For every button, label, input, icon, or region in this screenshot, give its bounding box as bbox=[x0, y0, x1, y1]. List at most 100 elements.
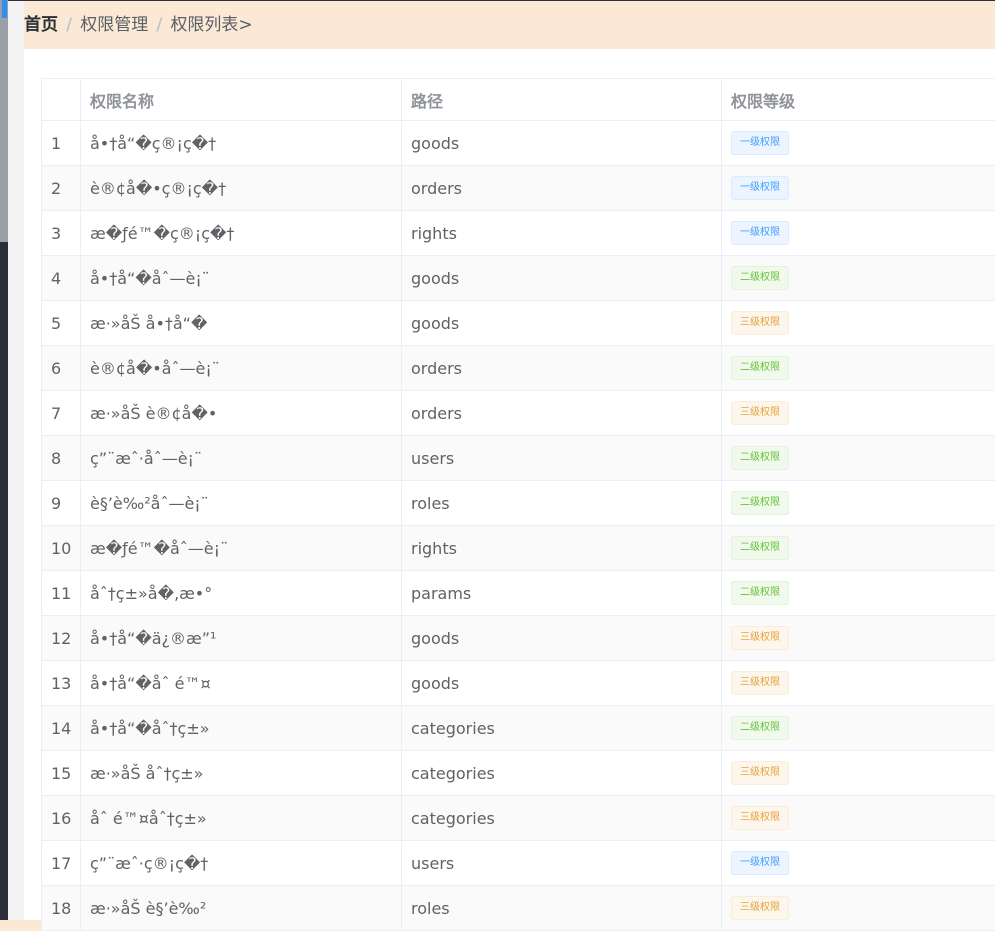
row-index: 14 bbox=[42, 706, 81, 750]
row-path: orders bbox=[402, 346, 722, 390]
level-tag: 二级权限 bbox=[731, 581, 789, 605]
row-level: 一级权限 bbox=[722, 166, 995, 210]
table-row[interactable]: 1 å•†å“�ç®¡ç�† goods 一级权限 bbox=[42, 121, 995, 166]
level-tag: 三级权限 bbox=[731, 311, 789, 335]
row-level: 二级权限 bbox=[722, 436, 995, 480]
breadcrumb-separator: / bbox=[156, 15, 163, 35]
table-row[interactable]: 16 åˆ é™¤åˆ†ç±» categories 三级权限 bbox=[42, 796, 995, 841]
table-row[interactable]: 18 æ·»åŠ è§’è‰² roles 三级权限 bbox=[42, 886, 995, 931]
row-permission-name: ç”¨æˆ·åˆ—è¡¨ bbox=[81, 436, 402, 480]
row-permission-name: å•†å“�åˆ†ç±» bbox=[81, 706, 402, 750]
row-permission-name: å•†å“�ç®¡ç�† bbox=[81, 121, 402, 165]
table-row[interactable]: 11 åˆ†ç±»å�‚æ•° params 二级权限 bbox=[42, 571, 995, 616]
row-index: 4 bbox=[42, 256, 81, 300]
level-tag: 二级权限 bbox=[731, 266, 789, 290]
row-level: 三级权限 bbox=[722, 796, 995, 840]
row-permission-name: è®¢å�•åˆ—è¡¨ bbox=[81, 346, 402, 390]
row-permission-name: å•†å“�ä¿®æ”¹ bbox=[81, 616, 402, 660]
sidebar-edge-light bbox=[0, 0, 8, 242]
row-path: goods bbox=[402, 121, 722, 165]
row-level: 一级权限 bbox=[722, 841, 995, 885]
row-path: rights bbox=[402, 526, 722, 570]
row-index: 16 bbox=[42, 796, 81, 840]
row-index: 3 bbox=[42, 211, 81, 255]
row-path: goods bbox=[402, 616, 722, 660]
row-permission-name: åˆ é™¤åˆ†ç±» bbox=[81, 796, 402, 840]
permission-table: 权限名称 路径 权限等级 1 å•†å“�ç®¡ç�† goods 一级权限 2 è®¢å… bbox=[41, 78, 995, 931]
row-path: categories bbox=[402, 706, 722, 750]
table-row[interactable]: 15 æ·»åŠ åˆ†ç±» categories 三级权限 bbox=[42, 751, 995, 796]
row-path: orders bbox=[402, 166, 722, 210]
table-row[interactable]: 3 æ�ƒé™�ç®¡ç�† rights 一级权限 bbox=[42, 211, 995, 256]
row-path: goods bbox=[402, 256, 722, 300]
table-row[interactable]: 4 å•†å“�åˆ—è¡¨ goods 二级权限 bbox=[42, 256, 995, 301]
row-path: goods bbox=[402, 661, 722, 705]
table-row[interactable]: 8 ç”¨æˆ·åˆ—è¡¨ users 二级权限 bbox=[42, 436, 995, 481]
sidebar-edge bbox=[0, 0, 8, 920]
row-level: 三级权限 bbox=[722, 391, 995, 435]
row-path: users bbox=[402, 841, 722, 885]
row-index: 5 bbox=[42, 301, 81, 345]
table-row[interactable]: 12 å•†å“�ä¿®æ”¹ goods 三级权限 bbox=[42, 616, 995, 661]
row-path: users bbox=[402, 436, 722, 480]
table-row[interactable]: 2 è®¢å�•ç®¡ç�† orders 一级权限 bbox=[42, 166, 995, 211]
row-level: 一级权限 bbox=[722, 121, 995, 165]
row-path: rights bbox=[402, 211, 722, 255]
row-path: categories bbox=[402, 796, 722, 840]
row-permission-name: è§’è‰²åˆ—è¡¨ bbox=[81, 481, 402, 525]
row-permission-name: æ�ƒé™�ç®¡ç�† bbox=[81, 211, 402, 255]
table-row[interactable]: 14 å•†å“�åˆ†ç±» categories 二级权限 bbox=[42, 706, 995, 751]
header-path: 路径 bbox=[402, 79, 722, 120]
table-row[interactable]: 9 è§’è‰²åˆ—è¡¨ roles 二级权限 bbox=[42, 481, 995, 526]
header-index bbox=[42, 79, 81, 120]
row-permission-name: æ�ƒé™�åˆ—è¡¨ bbox=[81, 526, 402, 570]
level-tag: 二级权限 bbox=[731, 446, 789, 470]
row-level: 三级权限 bbox=[722, 751, 995, 795]
breadcrumb-home[interactable]: 首页 bbox=[24, 15, 58, 35]
row-permission-name: æ·»åŠ è§’è‰² bbox=[81, 886, 402, 930]
level-tag: 一级权限 bbox=[731, 176, 789, 200]
row-index: 12 bbox=[42, 616, 81, 660]
row-level: 三级权限 bbox=[722, 886, 995, 930]
row-level: 三级权限 bbox=[722, 661, 995, 705]
row-level: 二级权限 bbox=[722, 571, 995, 615]
header-name: 权限名称 bbox=[81, 79, 402, 120]
row-permission-name: æ·»åŠ å•†å“� bbox=[81, 301, 402, 345]
row-level: 二级权限 bbox=[722, 256, 995, 300]
row-index: 11 bbox=[42, 571, 81, 615]
level-tag: 二级权限 bbox=[731, 491, 789, 515]
row-permission-name: æ·»åŠ è®¢å�• bbox=[81, 391, 402, 435]
row-level: 二级权限 bbox=[722, 346, 995, 390]
row-path: roles bbox=[402, 886, 722, 930]
level-tag: 二级权限 bbox=[731, 716, 789, 740]
table-row[interactable]: 7 æ·»åŠ è®¢å�• orders 三级权限 bbox=[42, 391, 995, 436]
row-path: goods bbox=[402, 301, 722, 345]
row-index: 1 bbox=[42, 121, 81, 165]
breadcrumb-separator: / bbox=[66, 15, 73, 35]
level-tag: 三级权限 bbox=[731, 806, 789, 830]
row-level: 三级权限 bbox=[722, 616, 995, 660]
row-permission-name: å•†å“�åˆ—è¡¨ bbox=[81, 256, 402, 300]
row-index: 13 bbox=[42, 661, 81, 705]
row-permission-name: æ·»åŠ åˆ†ç±» bbox=[81, 751, 402, 795]
level-tag: 二级权限 bbox=[731, 356, 789, 380]
table-row[interactable]: 6 è®¢å�•åˆ—è¡¨ orders 二级权限 bbox=[42, 346, 995, 391]
level-tag: 二级权限 bbox=[731, 536, 789, 560]
table-row[interactable]: 17 ç”¨æˆ·ç®¡ç�† users 一级权限 bbox=[42, 841, 995, 886]
table-row[interactable]: 10 æ�ƒé™�åˆ—è¡¨ rights 二级权限 bbox=[42, 526, 995, 571]
level-tag: 一级权限 bbox=[731, 131, 789, 155]
row-permission-name: å•†å“�åˆ é™¤ bbox=[81, 661, 402, 705]
table-body: 1 å•†å“�ç®¡ç�† goods 一级权限 2 è®¢å�•ç®¡ç�† order… bbox=[42, 121, 995, 931]
breadcrumb-permission-management: 权限管理 bbox=[80, 15, 149, 35]
row-path: orders bbox=[402, 391, 722, 435]
row-index: 9 bbox=[42, 481, 81, 525]
table-row[interactable]: 13 å•†å“�åˆ é™¤ goods 三级权限 bbox=[42, 661, 995, 706]
row-permission-name: è®¢å�•ç®¡ç�† bbox=[81, 166, 402, 210]
level-tag: 三级权限 bbox=[731, 401, 789, 425]
table-row[interactable]: 5 æ·»åŠ å•†å“� goods 三级权限 bbox=[42, 301, 995, 346]
top-border bbox=[8, 0, 995, 1]
level-tag: 三级权限 bbox=[731, 896, 789, 920]
row-permission-name: ç”¨æˆ·ç®¡ç�† bbox=[81, 841, 402, 885]
row-index: 17 bbox=[42, 841, 81, 885]
row-path: params bbox=[402, 571, 722, 615]
